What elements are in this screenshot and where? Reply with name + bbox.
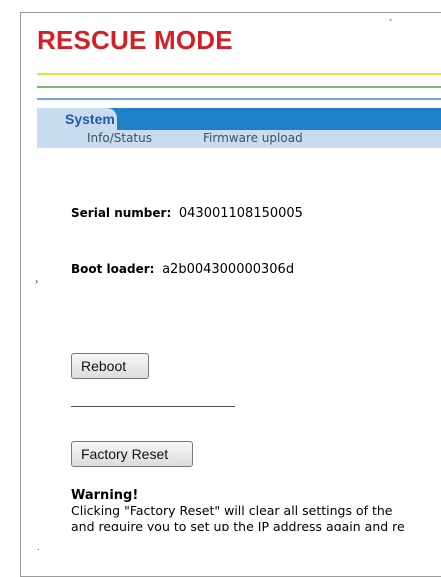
rescue-mode-window: RESCUE MODE ˇ System Info/Status Firmwar… (20, 12, 441, 577)
serial-number-value: 043001108150005 (178, 206, 303, 221)
warning-text: Clicking "Factory Reset" will clear all … (71, 503, 441, 531)
header-line-green (37, 86, 441, 88)
subnav-info-status[interactable]: Info/Status (87, 131, 152, 145)
divider (71, 406, 235, 407)
boot-loader-label: Boot loader: (71, 262, 155, 276)
boot-loader-value: a2b004300000306d (162, 262, 295, 277)
header-line-yellow (37, 73, 441, 75)
page-title: RESCUE MODE (37, 25, 233, 55)
stray-mark: › (35, 276, 38, 286)
serial-number-row: Serial number: 043001108150005 (71, 205, 303, 221)
tab-system[interactable]: System (37, 108, 117, 130)
stray-mark: ˇ (389, 18, 392, 28)
warning-title: Warning! (71, 488, 139, 503)
sub-nav: Info/Status Firmware upload (37, 130, 441, 148)
serial-number-label: Serial number: (71, 206, 172, 220)
header-line-blue (37, 98, 441, 100)
stray-mark: . (37, 542, 40, 552)
nav-bar: System Info/Status Firmware upload (37, 108, 441, 152)
factory-reset-button[interactable]: Factory Reset (71, 441, 193, 467)
warning-line-1: Clicking "Factory Reset" will clear all … (71, 503, 393, 518)
warning-line-2: and require you to set up the IP address… (71, 519, 405, 531)
subnav-firmware-upload[interactable]: Firmware upload (203, 131, 303, 145)
boot-loader-row: Boot loader: a2b004300000306d (71, 261, 294, 277)
reboot-button[interactable]: Reboot (71, 353, 149, 379)
